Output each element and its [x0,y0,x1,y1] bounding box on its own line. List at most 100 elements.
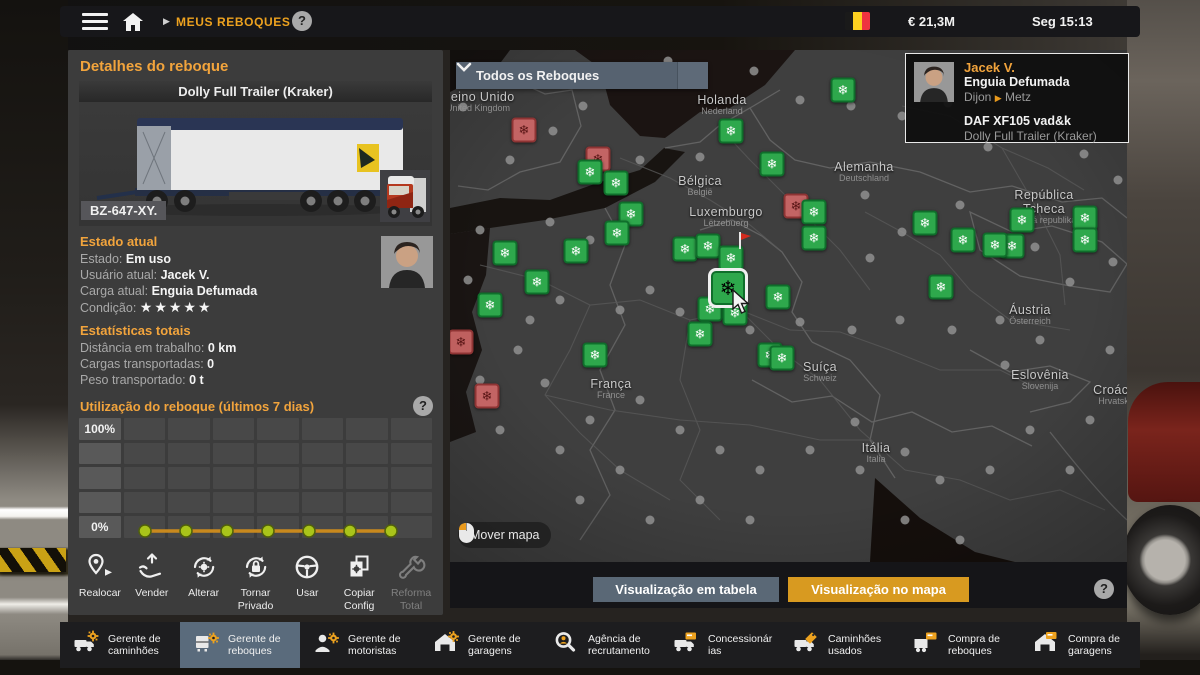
trailer-map-icon-red[interactable]: ❄ [512,118,537,143]
trailer-map-icon-green[interactable]: ❄ [770,346,795,371]
nav-item-truck-gear[interactable]: Gerente de caminhões [60,622,180,668]
map-view-button[interactable]: Visualização no mapa [788,577,969,602]
trailer-map-icon-green[interactable]: ❄ [831,78,856,103]
nav-item-label: Gerente de garagens [468,633,534,658]
menu-button[interactable] [82,13,108,30]
garage-background-left [0,0,68,675]
trailer-map-icon-green[interactable]: ❄ [583,343,608,368]
sell-icon [126,552,178,584]
city-dot [956,536,965,545]
chart-line [79,418,432,538]
trailer-map-icon-green[interactable]: ❄ [760,152,785,177]
nav-item-used-tag[interactable]: Caminhões usados [780,622,900,668]
trailer-map-icon-green[interactable]: ❄ [605,221,630,246]
trailer-map-icon-green[interactable]: ❄ [983,233,1008,258]
city-dot [948,326,957,335]
info-value: Jacek V. [161,268,210,282]
trailer-map-icon-green[interactable]: ❄ [564,239,589,264]
nav-item-recruit-magnifier[interactable]: Agência de recrutamento [540,622,660,668]
action-button-copy[interactable]: Copiar Config [333,552,385,612]
city-dot [861,191,870,200]
action-button-use[interactable]: Usar [281,552,333,612]
nav-item-garage-gear[interactable]: Gerente de garagens [420,622,540,668]
help-icon[interactable]: ? [292,11,312,31]
trailer-map-icon-green[interactable]: ❄ [525,270,550,295]
trailer-details-panel: Detalhes do reboque Dolly Full Trailer (… [68,50,443,615]
chart-help-icon[interactable]: ? [413,396,433,416]
trailer-map-icon-green[interactable]: ❄ [766,285,791,310]
trailer-map-icon-green[interactable]: ❄ [478,293,503,318]
info-label: Distância em trabalho: [80,341,208,355]
action-label: Tornar Privado [230,587,282,612]
info-value: Enguia Defumada [152,284,258,298]
city-dot [556,296,565,305]
truck-thumbnail[interactable] [380,170,430,222]
city-dot [901,448,910,457]
trailer-map-icon-red[interactable]: ❄ [475,384,500,409]
info-label: Estado: [80,252,126,266]
chevron-down-icon[interactable] [677,62,708,89]
trailer-gear-icon [192,630,222,661]
chart-point [180,525,192,537]
nav-item-driver-gear[interactable]: Gerente de motoristas [300,622,420,668]
map-help-icon[interactable]: ? [1094,579,1114,599]
trailer-map-icon-green[interactable]: ❄ [493,241,518,266]
trailer-map-icon-green[interactable]: ❄ [1073,228,1098,253]
nav-item-garage-card[interactable]: Compra de garagens [1020,622,1140,668]
trailer-map-icon-red[interactable]: ❄ [450,330,474,355]
trailer-map-icon-green[interactable]: ❄ [696,234,721,259]
city-dot [746,516,755,525]
city-dot [636,396,645,405]
trailer-map-icon-green[interactable]: ❄ [929,275,954,300]
driver-photo [381,236,433,288]
info-value: Em uso [126,252,171,266]
city-dot [576,496,585,505]
action-button-relocate[interactable]: Realocar [74,552,126,612]
info-label: Peso transportado: [80,373,189,387]
trailer-map-icon-green[interactable]: ❄ [802,200,827,225]
city-dot [1080,150,1089,159]
action-label: Copiar Config [333,587,385,612]
city-dot [1026,426,1035,435]
city-dot [1114,176,1123,185]
chart-point [139,525,151,537]
table-view-button[interactable]: Visualização em tabela [593,577,779,602]
city-dot [646,286,655,295]
action-button-sell[interactable]: Vender [126,552,178,612]
nav-item-dealer-card[interactable]: Concessionárias [660,622,780,668]
stats-section: Estatísticas totais Distância em trabalh… [80,323,431,388]
nav-item-trailer-card[interactable]: Compra de reboques [900,622,1020,668]
trailer-map-icon-green[interactable]: ❄ [688,322,713,347]
city-dot [541,379,550,388]
trailer-map-icon-green[interactable]: ❄ [951,228,976,253]
trailer-map-icon-green[interactable]: ❄ [1010,208,1035,233]
city-dot [586,416,595,425]
nav-item-label: Concessionárias [708,633,774,658]
city-dot [464,276,473,285]
city-dot [459,103,468,112]
home-button[interactable] [122,11,144,38]
city-dot [956,201,965,210]
trailer-filter-dropdown[interactable]: Todos os Reboques [456,62,708,89]
relocate-icon [74,552,126,584]
trailer-map-icon-green[interactable]: ❄ [604,171,629,196]
action-button-modify[interactable]: Alterar [178,552,230,612]
trailer-map-icon-green[interactable]: ❄ [802,226,827,251]
info-label: Carga atual: [80,284,152,298]
driver-name: Jacek V. [964,60,1097,75]
trailer-map-icon-green[interactable]: ❄ [913,211,938,236]
view-toggle-bar: Visualização em tabela Visualização no m… [450,562,1127,608]
trailer-map-icon-green[interactable]: ❄ [673,237,698,262]
move-map-hint: Mover mapa [458,522,551,548]
city-dot [750,67,759,76]
action-button-private[interactable]: Tornar Privado [230,552,282,612]
city-dot [851,418,860,427]
trailer-action-buttons: RealocarVenderAlterarTornar PrivadoUsarC… [74,552,437,612]
city-dot [986,466,995,475]
nav-item-trailer-gear[interactable]: Gerente de reboques [180,622,300,668]
route-arrow-icon: ▶ [995,93,1002,103]
trailer-map-icon-green[interactable]: ❄ [578,160,603,185]
job-route: Dijon ▶ Metz [964,90,1097,106]
panel-title: Detalhes do reboque [80,58,431,75]
trailer-map-icon-green[interactable]: ❄ [719,119,744,144]
